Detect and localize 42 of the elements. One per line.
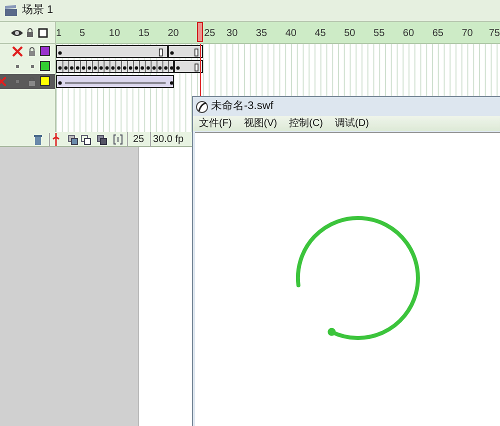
frame-number: 50 <box>344 27 356 41</box>
onion-skin-icon[interactable] <box>68 134 78 144</box>
frame-number: 20 <box>168 27 179 41</box>
lock-icon[interactable] <box>26 27 34 38</box>
frame-number: 75 <box>488 27 500 41</box>
frame-number: 15 <box>138 27 150 41</box>
edit-frames-icon[interactable] <box>97 134 107 144</box>
menu-item[interactable]: 调试(D) <box>335 116 369 131</box>
frame-number: 35 <box>256 27 268 41</box>
menu-item[interactable]: 控制(C) <box>289 116 324 131</box>
frame-number: 40 <box>285 27 296 41</box>
frame-number: 70 <box>462 27 473 41</box>
lock-icon[interactable] <box>28 46 36 57</box>
outline-color-swatch[interactable] <box>40 76 50 86</box>
frame-span[interactable] <box>168 45 203 58</box>
cross-icon[interactable] <box>12 46 23 57</box>
window-title: 未命名-3.swf <box>211 99 274 114</box>
trash-icon[interactable] <box>33 134 43 145</box>
frame-span[interactable] <box>174 60 203 73</box>
frame-number: 25 <box>204 27 216 41</box>
frame-number: 60 <box>402 27 414 41</box>
frame-number: 5 <box>80 27 86 41</box>
frame-number: 55 <box>374 27 385 41</box>
onion-outline-icon[interactable] <box>81 134 91 144</box>
outline-icon[interactable] <box>38 28 48 38</box>
playhead[interactable] <box>197 22 204 42</box>
frame-number: 65 <box>432 27 444 41</box>
frame-number: 1 <box>56 27 62 41</box>
scene-title[interactable]: 场景 1 <box>22 2 54 19</box>
playhead-icon[interactable] <box>52 133 60 146</box>
outline-color-swatch[interactable] <box>40 61 50 71</box>
onion-markers-icon[interactable] <box>113 134 123 145</box>
menu-item[interactable]: 视图(V) <box>244 116 278 131</box>
eye-icon[interactable] <box>11 28 23 36</box>
menu-item[interactable]: 文件(F) <box>199 116 232 131</box>
player-icon <box>196 100 208 112</box>
frame-number: 10 <box>108 27 120 41</box>
frame-number: 45 <box>314 27 326 41</box>
outline-color-swatch[interactable] <box>40 46 50 56</box>
layer-row[interactable] <box>0 74 55 89</box>
clapboard-icon <box>4 4 18 16</box>
frame-number: 30 <box>226 27 238 41</box>
